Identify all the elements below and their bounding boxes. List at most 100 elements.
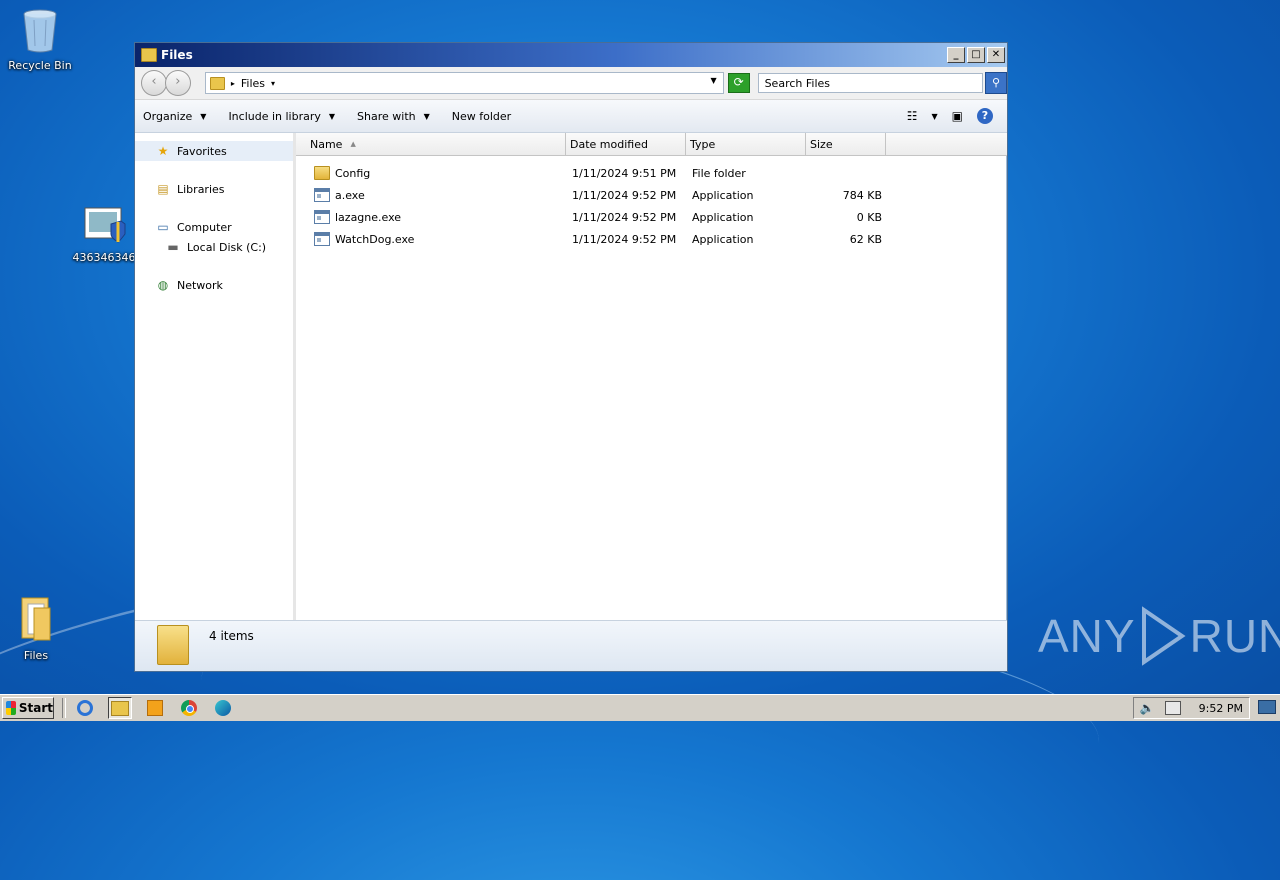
address-field[interactable]: ▸ Files ▾ ▼ [204,72,724,94]
title-bar[interactable]: Files _ □ ✕ [135,43,1007,67]
forward-button[interactable]: › [164,70,191,96]
start-label: Start [18,701,53,715]
show-desktop-icon[interactable] [1258,700,1276,714]
taskbar-internet-explorer[interactable] [74,698,96,718]
nav-item-libraries[interactable]: ▤ Libraries [135,179,293,199]
network-icon: ◍ [157,278,169,292]
start-button[interactable]: Start [2,697,54,719]
view-options-icon[interactable]: ☷ [907,109,918,123]
taskbar-media-player[interactable] [144,698,166,718]
file-name: WatchDog.exe [335,232,415,246]
address-bar-row: ‹ › ▸ Files ▾ ▼ ⟳ Search Files ⚲ [135,67,1007,100]
explorer-icon [111,700,129,716]
file-size: 784 KB [842,188,882,202]
desktop-icon-label: 436346346 [72,251,136,264]
file-type: Application [692,232,754,246]
file-size: 62 KB [849,232,882,246]
explorer-body: ★ Favorites ▤ Libraries ▭ Computer ▬ Loc… [135,133,1007,621]
nav-item-favorites[interactable]: ★ Favorites [135,141,293,161]
file-row-lazagne-exe[interactable]: lazagne.exe 1/11/2024 9:52 PM Applicatio… [296,206,1007,228]
media-player-icon [147,700,163,716]
star-icon: ★ [157,144,169,158]
navigation-pane: ★ Favorites ▤ Libraries ▭ Computer ▬ Loc… [135,133,296,621]
taskbar-separator [62,698,66,718]
file-row-a-exe[interactable]: a.exe 1/11/2024 9:52 PM Application 784 … [296,184,1007,206]
clock[interactable]: 9:52 PM [1199,702,1243,715]
column-type[interactable]: Type [686,133,806,155]
recycle-bin-icon [23,9,57,53]
chevron-down-icon: ▼ [328,111,336,121]
maximize-button[interactable]: □ [967,47,985,63]
breadcrumb-files[interactable]: Files [241,77,265,90]
column-name[interactable]: Name ▲ [296,133,566,155]
exe-icon [314,232,330,246]
organize-label: Organize [143,109,193,123]
back-button[interactable]: ‹ [141,70,167,96]
folder-icon [157,625,189,665]
file-type: Application [692,210,754,224]
minimize-button[interactable]: _ [947,47,965,63]
nav-item-local-disk[interactable]: ▬ Local Disk (C:) [135,237,293,257]
search-input[interactable]: Search Files [757,73,984,93]
play-triangle-icon [1141,606,1186,666]
column-label: Date modified [570,137,648,151]
chevron-down-icon: ▼ [200,111,207,121]
folder-icon [21,597,51,641]
new-folder-button[interactable]: New folder [452,110,511,123]
file-name: Config [335,166,371,180]
desktop-icon-label: Recycle Bin [8,59,72,72]
nav-label: Libraries [177,182,225,196]
help-icon[interactable]: ? [977,108,993,124]
nav-label: Favorites [177,144,227,158]
libraries-icon: ▤ [157,182,169,196]
search-icon[interactable]: ⚲ [985,72,1007,94]
watermark-text-left: ANY [1038,610,1136,662]
anyrun-watermark: ANY RUN [1038,606,1280,666]
chevron-right-icon[interactable]: ▸ [231,79,235,88]
desktop-icon-files[interactable]: Files [0,594,76,662]
taskbar-edge[interactable] [212,698,234,718]
desktop-icon-recycle-bin[interactable]: Recycle Bin [0,6,80,72]
chevron-down-icon[interactable]: ▼ [932,112,938,121]
taskbar-chrome[interactable] [178,698,200,718]
include-in-library-label: Include in library [228,109,321,123]
nav-item-network[interactable]: ◍ Network [135,275,293,295]
taskbar-explorer[interactable] [108,697,132,719]
network-tray-icon[interactable] [1164,701,1181,715]
desktop-icon-436346346[interactable]: 436346346 [64,206,144,264]
include-in-library-menu[interactable]: Include in library ▼ [228,110,335,123]
internet-explorer-icon [77,700,93,716]
file-type: Application [692,188,754,202]
file-row-config[interactable]: Config 1/11/2024 9:51 PM File folder [296,162,1007,184]
share-with-menu[interactable]: Share with ▼ [357,110,430,123]
share-with-label: Share with [357,109,416,123]
file-date: 1/11/2024 9:52 PM [572,210,677,224]
file-name: lazagne.exe [335,210,402,224]
column-label: Size [810,137,833,151]
windows-logo-icon [6,701,16,715]
file-type: File folder [692,166,746,180]
chevron-down-icon: ▼ [423,111,430,121]
file-date: 1/11/2024 9:51 PM [572,166,677,180]
speaker-icon[interactable]: 🔈 [1140,701,1155,715]
folder-icon [314,166,330,180]
organize-menu[interactable]: Organize ▼ [143,110,206,123]
file-date: 1/11/2024 9:52 PM [572,232,677,246]
refresh-button[interactable]: ⟳ [727,73,750,93]
nav-item-computer[interactable]: ▭ Computer [135,217,293,237]
close-button[interactable]: ✕ [987,47,1005,63]
window-title: Files [161,48,193,62]
file-row-watchdog-exe[interactable]: WatchDog.exe 1/11/2024 9:52 PM Applicati… [296,228,1007,250]
preview-pane-icon[interactable]: ▣ [952,109,963,123]
app-shield-icon [84,207,126,243]
file-list: Name ▲ Date modified Type Size Config 1/1… [296,133,1007,621]
nav-label: Computer [177,220,232,234]
chevron-down-icon[interactable]: ▾ [271,79,275,88]
exe-icon [314,210,330,224]
address-dropdown-icon[interactable]: ▼ [710,76,716,85]
exe-icon [314,188,330,202]
sort-ascending-icon: ▲ [350,140,356,148]
column-date-modified[interactable]: Date modified [566,133,686,155]
new-folder-label: New folder [451,109,512,123]
column-size[interactable]: Size [806,133,886,155]
